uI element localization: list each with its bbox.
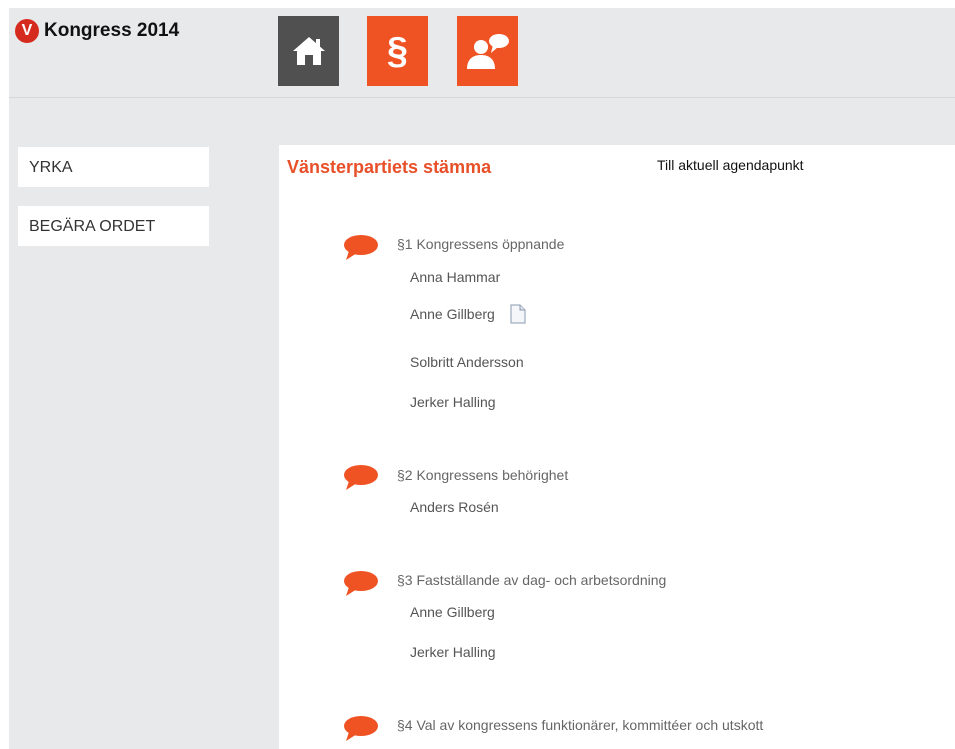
paragraph-button[interactable]: § <box>367 16 428 86</box>
speaker-name: Anne Gillberg <box>410 604 495 620</box>
agenda-item-title[interactable]: §2 Kongressens behörighet <box>397 467 568 483</box>
speaker-name: Jerker Halling <box>410 644 496 660</box>
yrka-button[interactable]: YRKA <box>18 147 209 187</box>
speaker-name: Anders Rosén <box>410 499 499 515</box>
home-icon <box>292 37 325 65</box>
speaker-name: Jerker Halling <box>410 394 496 410</box>
speech-bubble-icon[interactable] <box>343 464 379 490</box>
request-speak-button[interactable] <box>457 16 518 86</box>
speech-bubble-icon[interactable] <box>343 715 379 741</box>
paragraph-icon: § <box>386 29 409 72</box>
speech-bubble-icon[interactable] <box>343 570 379 596</box>
party-logo-icon: V <box>15 19 39 43</box>
agenda-item-title[interactable]: §3 Fastställande av dag- och arbetsordni… <box>397 572 666 588</box>
home-button[interactable] <box>278 16 339 86</box>
agenda-item-title[interactable]: §1 Kongressens öppnande <box>397 236 564 252</box>
page-title: Vänsterpartiets stämma <box>287 157 492 177</box>
agenda-item-title[interactable]: §4 Val av kongressens funktionärer, komm… <box>397 717 763 733</box>
app-header: V Kongress 2014 § <box>9 8 955 98</box>
sub-header-bar <box>9 98 955 145</box>
sidebar: YRKA BEGÄRA ORDET <box>9 145 279 749</box>
main-content: Vänsterpartiets stämma Till aktuell agen… <box>279 145 955 749</box>
speaker-name: Solbritt Andersson <box>410 354 524 370</box>
document-icon[interactable] <box>510 304 526 324</box>
speaker-bubble-icon <box>466 34 509 69</box>
app-logo: V Kongress 2014 <box>15 18 179 44</box>
begara-ordet-button[interactable]: BEGÄRA ORDET <box>18 206 209 246</box>
speaker-name: Anne Gillberg <box>410 306 495 322</box>
speaker-name: Anna Hammar <box>410 269 501 285</box>
speech-bubble-icon[interactable] <box>343 234 379 260</box>
current-agenda-link[interactable]: Till aktuell agendapunkt <box>657 157 804 173</box>
app-title: Kongress 2014 <box>44 20 180 41</box>
